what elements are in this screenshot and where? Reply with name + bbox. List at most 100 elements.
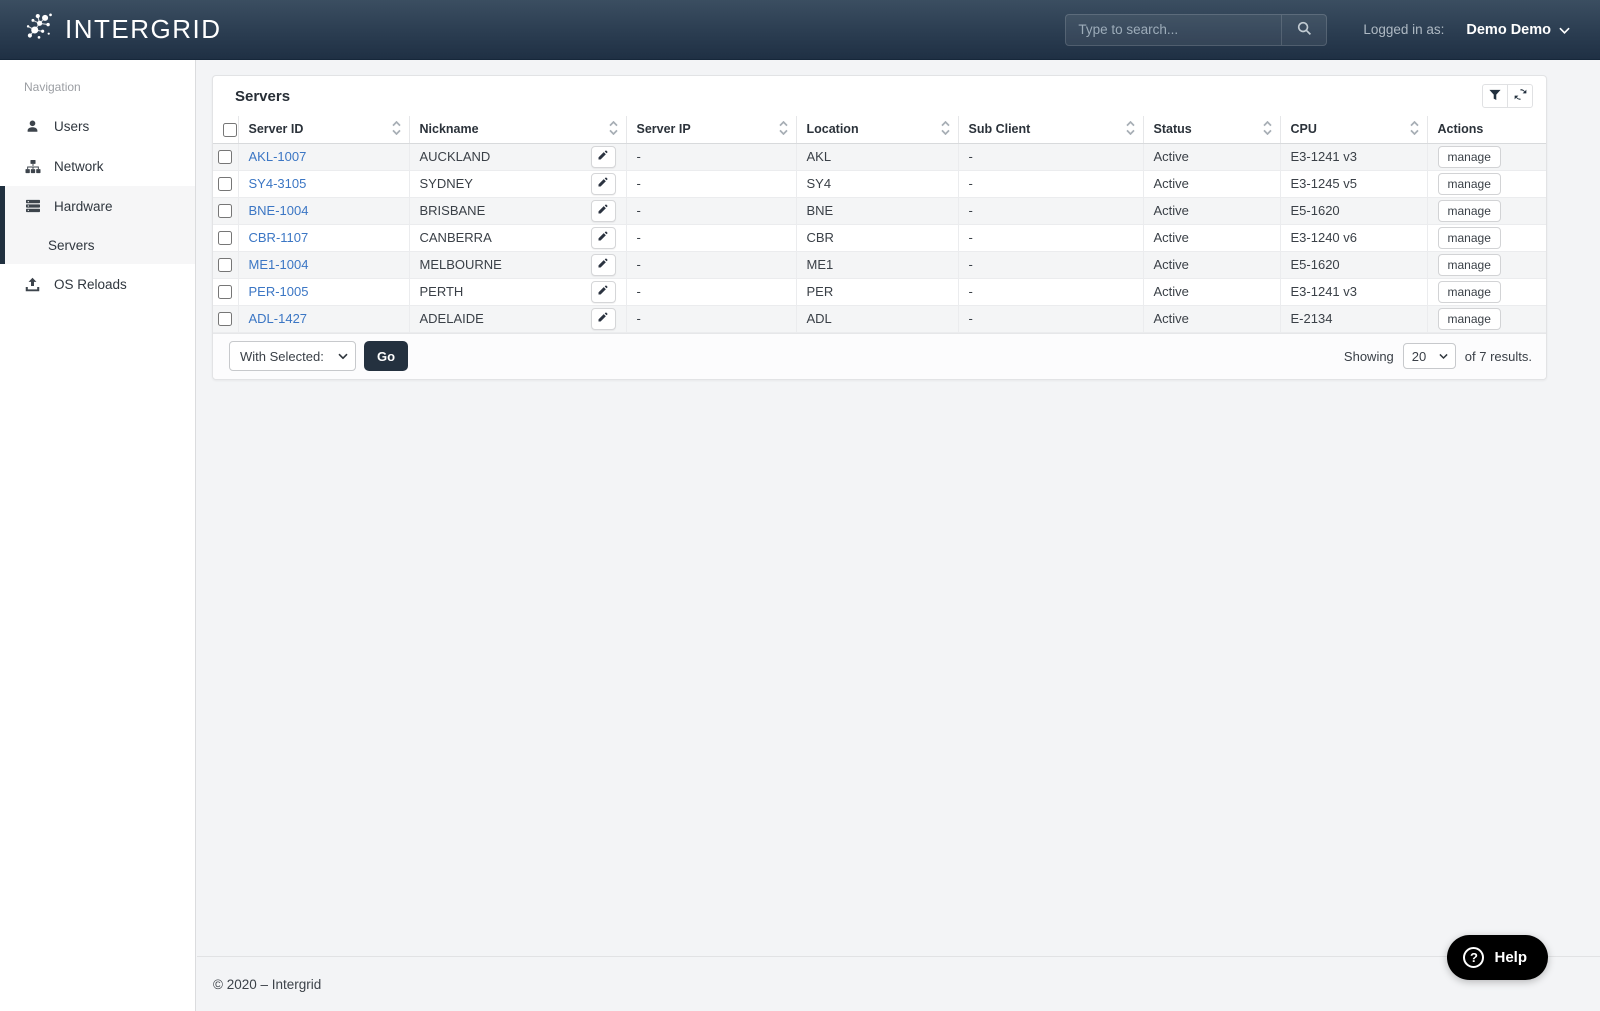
row-checkbox[interactable] [218,285,233,300]
edit-nickname-button[interactable] [590,226,616,249]
select-all-checkbox[interactable] [223,122,237,137]
cpu-cell: E5-1620 [1280,251,1428,279]
page-footer: © 2020 – Intergrid [197,956,1600,1011]
sidebar-item-servers[interactable]: Servers [5,226,195,264]
filter-button[interactable] [1482,84,1508,108]
page-size-select[interactable]: 20 [1402,343,1456,369]
with-selected-select[interactable]: With Selected: [229,341,356,371]
row-checkbox[interactable] [218,150,233,165]
brand-logo[interactable]: INTERGRID [0,10,222,49]
cpu-cell: E3-1241 v3 [1280,278,1428,306]
nickname-text: SYDNEY [419,176,473,191]
server-id-link[interactable]: ME1-1004 [249,257,309,272]
edit-nickname-button[interactable] [590,172,616,195]
location-cell: CBR [796,224,959,252]
nickname-text: ADELAIDE [419,311,484,326]
servers-table: Server ID Nickname Server IP Location Su… [213,116,1546,333]
manage-button[interactable]: manage [1437,145,1501,168]
sort-icon [1125,120,1135,138]
column-header-server-id[interactable]: Server ID [238,116,410,144]
table-row: ME1-1004 MELBOURNE - ME1 - Active E5-162… [213,251,1546,279]
nickname-text: CANBERRA [419,230,492,245]
pencil-icon [597,257,609,272]
server-id-link[interactable]: CBR-1107 [249,230,309,245]
row-checkbox[interactable] [218,312,233,327]
copyright-text: © 2020 – Intergrid [213,976,322,992]
sidebar-item-users[interactable]: Users [0,106,195,146]
cpu-cell: E5-1620 [1280,197,1428,225]
status-cell: Active [1143,197,1281,225]
sub-client-cell: - [958,278,1144,306]
server-id-link[interactable]: ADL-1427 [249,311,308,326]
row-checkbox[interactable] [218,204,233,219]
manage-button[interactable]: manage [1437,307,1501,330]
manage-button[interactable]: manage [1437,253,1501,276]
manage-button[interactable]: manage [1437,226,1501,249]
status-cell: Active [1143,224,1281,252]
server-id-link[interactable]: SY4-3105 [249,176,307,191]
showing-label: Showing [1343,348,1394,364]
servers-panel: Servers Server ID Nickname Server IP Loc… [212,75,1547,380]
refresh-button[interactable] [1507,84,1533,108]
column-header-status[interactable]: Status [1143,116,1281,144]
cpu-cell: E-2134 [1280,305,1428,333]
sidebar-active-section: Hardware Servers [0,186,195,264]
search-button[interactable] [1281,14,1326,45]
column-header-nickname[interactable]: Nickname [409,116,627,144]
pencil-icon [597,203,609,218]
edit-nickname-button[interactable] [590,253,616,276]
go-button[interactable]: Go [364,341,409,371]
sort-icon [1262,120,1272,138]
manage-button[interactable]: manage [1437,199,1501,222]
user-icon [24,119,41,134]
pencil-icon [597,230,609,245]
column-header-server-ip[interactable]: Server IP [626,116,797,144]
nickname-text: PERTH [419,284,464,299]
location-cell: ADL [796,305,959,333]
edit-nickname-button[interactable] [590,280,616,303]
user-menu[interactable]: Demo Demo [1466,22,1570,38]
server-ip-cell: - [626,224,797,252]
manage-button[interactable]: manage [1437,280,1501,303]
column-header-location[interactable]: Location [796,116,959,144]
servers-table-body: AKL-1007 AUCKLAND - AKL - Active E3-1241… [213,143,1546,333]
sidebar: Navigation Users Network Hardware Server… [0,60,196,1011]
edit-nickname-button[interactable] [590,307,616,330]
pencil-icon [597,149,609,164]
server-id-link[interactable]: BNE-1004 [249,203,309,218]
help-label: Help [1494,949,1527,966]
row-checkbox[interactable] [218,258,233,273]
help-button[interactable]: ? Help [1447,935,1548,980]
sub-client-cell: - [958,224,1144,252]
row-checkbox[interactable] [218,231,233,246]
edit-nickname-button[interactable] [590,145,616,168]
pencil-icon [597,311,609,326]
server-ip-cell: - [626,251,797,279]
table-row: BNE-1004 BRISBANE - BNE - Active E5-1620… [213,197,1546,225]
pencil-icon [597,176,609,191]
top-navbar: INTERGRID Logged in as: Demo Demo [0,0,1600,60]
pencil-icon [597,284,609,299]
sidebar-item-label: Network [54,158,104,174]
user-name: Demo Demo [1466,21,1551,38]
edit-nickname-button[interactable] [590,199,616,222]
refresh-icon [1514,88,1527,104]
server-id-link[interactable]: PER-1005 [249,284,309,299]
table-row: PER-1005 PERTH - PER - Active E3-1241 v3… [213,278,1546,306]
column-header-sub-client[interactable]: Sub Client [958,116,1144,144]
row-checkbox[interactable] [218,177,233,192]
search-icon [1297,21,1312,39]
sidebar-item-hardware[interactable]: Hardware [5,186,195,226]
upload-icon [24,277,41,292]
sidebar-item-os-reloads[interactable]: OS Reloads [0,264,195,304]
logged-in-label: Logged in as: [1363,22,1445,37]
server-id-link[interactable]: AKL-1007 [249,149,307,164]
status-cell: Active [1143,251,1281,279]
search-input[interactable] [1066,14,1282,45]
manage-button[interactable]: manage [1437,172,1501,195]
status-cell: Active [1143,278,1281,306]
sort-icon [608,120,618,138]
table-header-row: Server ID Nickname Server IP Location Su… [213,116,1546,144]
sidebar-item-network[interactable]: Network [0,146,195,186]
column-header-cpu[interactable]: CPU [1280,116,1428,144]
